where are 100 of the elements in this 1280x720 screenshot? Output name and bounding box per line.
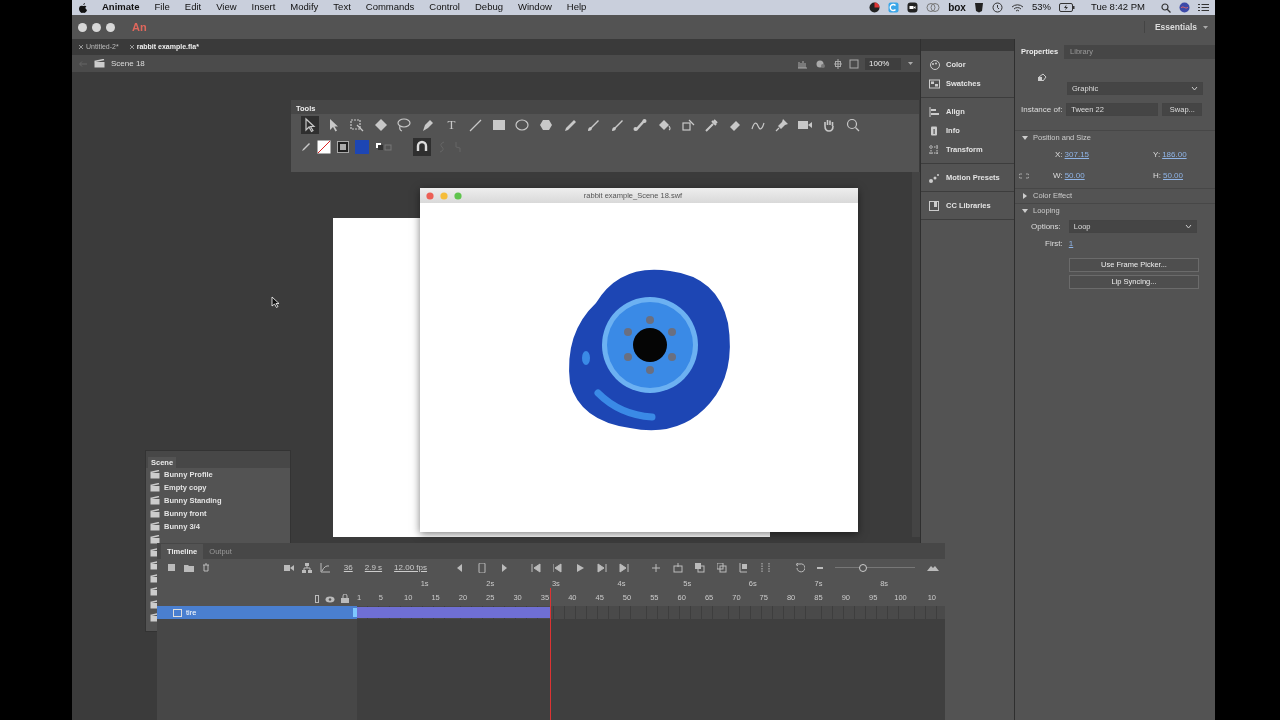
center-stage-icon[interactable] — [833, 58, 843, 69]
collapsed-caret-icon[interactable] — [1021, 192, 1029, 200]
align-icon — [929, 106, 940, 117]
shield-icon[interactable] — [973, 2, 984, 13]
fps-field[interactable]: 12.00 fps — [394, 561, 427, 574]
field-label: First: — [1045, 238, 1063, 250]
trash-icon[interactable] — [202, 563, 210, 572]
caret-icon — [1191, 86, 1198, 91]
pencil-icon[interactable] — [301, 142, 311, 152]
eye-icon[interactable] — [325, 596, 335, 603]
menu-item[interactable]: Help — [566, 0, 587, 15]
cloud-app-icon[interactable] — [888, 2, 900, 13]
fill-swatch-icon[interactable] — [355, 140, 369, 154]
expanded-caret-icon[interactable] — [1021, 207, 1029, 215]
menu-item[interactable]: Commands — [365, 0, 415, 15]
onion-outline-icon[interactable] — [717, 562, 727, 573]
next-frame-icon[interactable] — [597, 562, 607, 573]
list-icon[interactable] — [1198, 3, 1209, 12]
value-field[interactable]: 307.15 — [1064, 149, 1090, 161]
menu-item[interactable]: File — [154, 0, 170, 15]
layer-icon — [173, 608, 182, 617]
frame-field[interactable]: 36 — [343, 561, 353, 574]
value-field[interactable]: 1 — [1068, 238, 1074, 250]
outline-toggle-icon[interactable] — [315, 595, 319, 603]
onion-skin-icon[interactable] — [695, 562, 705, 573]
menu-item[interactable]: View — [216, 0, 237, 15]
lock-icon[interactable] — [341, 594, 349, 603]
pointer-cursor-icon — [271, 296, 280, 308]
clapper-icon — [150, 470, 160, 479]
video-app-icon[interactable] — [907, 2, 919, 13]
transform-icon — [929, 144, 940, 155]
markers-icon[interactable] — [761, 562, 771, 573]
slider-thumb[interactable] — [859, 563, 867, 572]
menu-item[interactable]: Edit — [184, 0, 202, 15]
caret-icon[interactable] — [907, 61, 914, 66]
field-label: Instance of: — [1021, 103, 1063, 116]
scrollbar[interactable] — [912, 172, 920, 537]
swap-colors-icon[interactable] — [375, 142, 393, 152]
search-icon[interactable] — [1161, 2, 1171, 13]
palette-icon — [929, 59, 940, 70]
first-frame-icon[interactable] — [531, 562, 541, 573]
magnet-icon[interactable] — [413, 138, 431, 156]
graph-icon[interactable] — [319, 562, 330, 573]
close-icon[interactable] — [128, 44, 135, 50]
close-dot-icon[interactable] — [426, 191, 434, 200]
menu-item[interactable]: Modify — [290, 0, 319, 15]
value-field[interactable]: 186.00 — [1162, 149, 1187, 161]
minimize-dot-icon[interactable] — [440, 191, 448, 200]
edit-frames-icon[interactable] — [739, 562, 749, 573]
field-label: X: — [1055, 149, 1063, 161]
app-menu[interactable]: Animate — [102, 0, 140, 15]
menubar-clock[interactable]: Tue 8:42 PM — [1090, 0, 1145, 15]
value-field[interactable]: 50.00 — [1064, 170, 1085, 182]
folder-icon[interactable] — [184, 563, 194, 572]
info-icon — [929, 125, 940, 136]
battery-icon[interactable] — [1058, 3, 1075, 12]
menu-item[interactable]: Debug — [475, 0, 503, 15]
rings-icon[interactable] — [926, 2, 941, 13]
stroke-swatch-icon[interactable] — [317, 140, 331, 154]
parent-layers-icon[interactable] — [301, 562, 312, 573]
new-layer-icon[interactable] — [167, 563, 176, 572]
previous-frame-icon[interactable] — [553, 562, 563, 573]
clock-icon[interactable] — [991, 2, 1003, 13]
last-frame-icon[interactable] — [619, 562, 629, 573]
caret-icon — [1184, 224, 1192, 229]
fill-icon[interactable] — [337, 141, 349, 153]
time-field[interactable]: 2.9 s — [364, 561, 383, 574]
step-back-icon[interactable] — [455, 562, 465, 573]
zoom-dot-icon[interactable] — [454, 191, 462, 200]
menu-item[interactable]: Control — [429, 0, 460, 15]
field-label: W: — [1053, 170, 1063, 182]
zoom-in-icon[interactable] — [927, 564, 939, 571]
reset-icon[interactable] — [795, 562, 805, 573]
tray-app[interactable]: box — [948, 0, 966, 15]
value-field[interactable]: 50.00 — [1163, 170, 1184, 182]
clip-icon[interactable] — [849, 58, 859, 69]
text-tool[interactable]: T — [442, 116, 461, 134]
expanded-caret-icon[interactable] — [1021, 134, 1029, 142]
clapper-icon — [94, 59, 105, 68]
zoom-field[interactable]: 100% — [865, 57, 901, 70]
step-forward-icon[interactable] — [499, 562, 509, 573]
assistant-icon[interactable] — [1179, 2, 1190, 13]
menu-item[interactable]: Insert — [251, 0, 276, 15]
field-label: H: — [1153, 170, 1161, 182]
menu-item[interactable]: Window — [518, 0, 552, 15]
close-icon[interactable] — [78, 44, 84, 50]
edit-symbol-icon[interactable] — [815, 58, 827, 69]
apple-icon[interactable] — [78, 2, 88, 13]
workspace-switcher[interactable]: Essentials — [1143, 20, 1197, 34]
wifi-icon[interactable] — [1010, 2, 1024, 13]
edit-scene-icon[interactable] — [797, 58, 809, 69]
app-logo: An — [132, 19, 147, 35]
ellipse-icon[interactable] — [513, 116, 532, 134]
camera-icon[interactable] — [283, 563, 294, 572]
link-icon[interactable] — [1019, 173, 1029, 179]
insert-icon[interactable] — [673, 562, 683, 573]
disc-icon[interactable] — [869, 2, 881, 13]
scene-name[interactable]: Scene 18 — [111, 57, 145, 70]
menu-item[interactable]: Text — [333, 0, 351, 15]
play-icon[interactable] — [575, 562, 585, 573]
